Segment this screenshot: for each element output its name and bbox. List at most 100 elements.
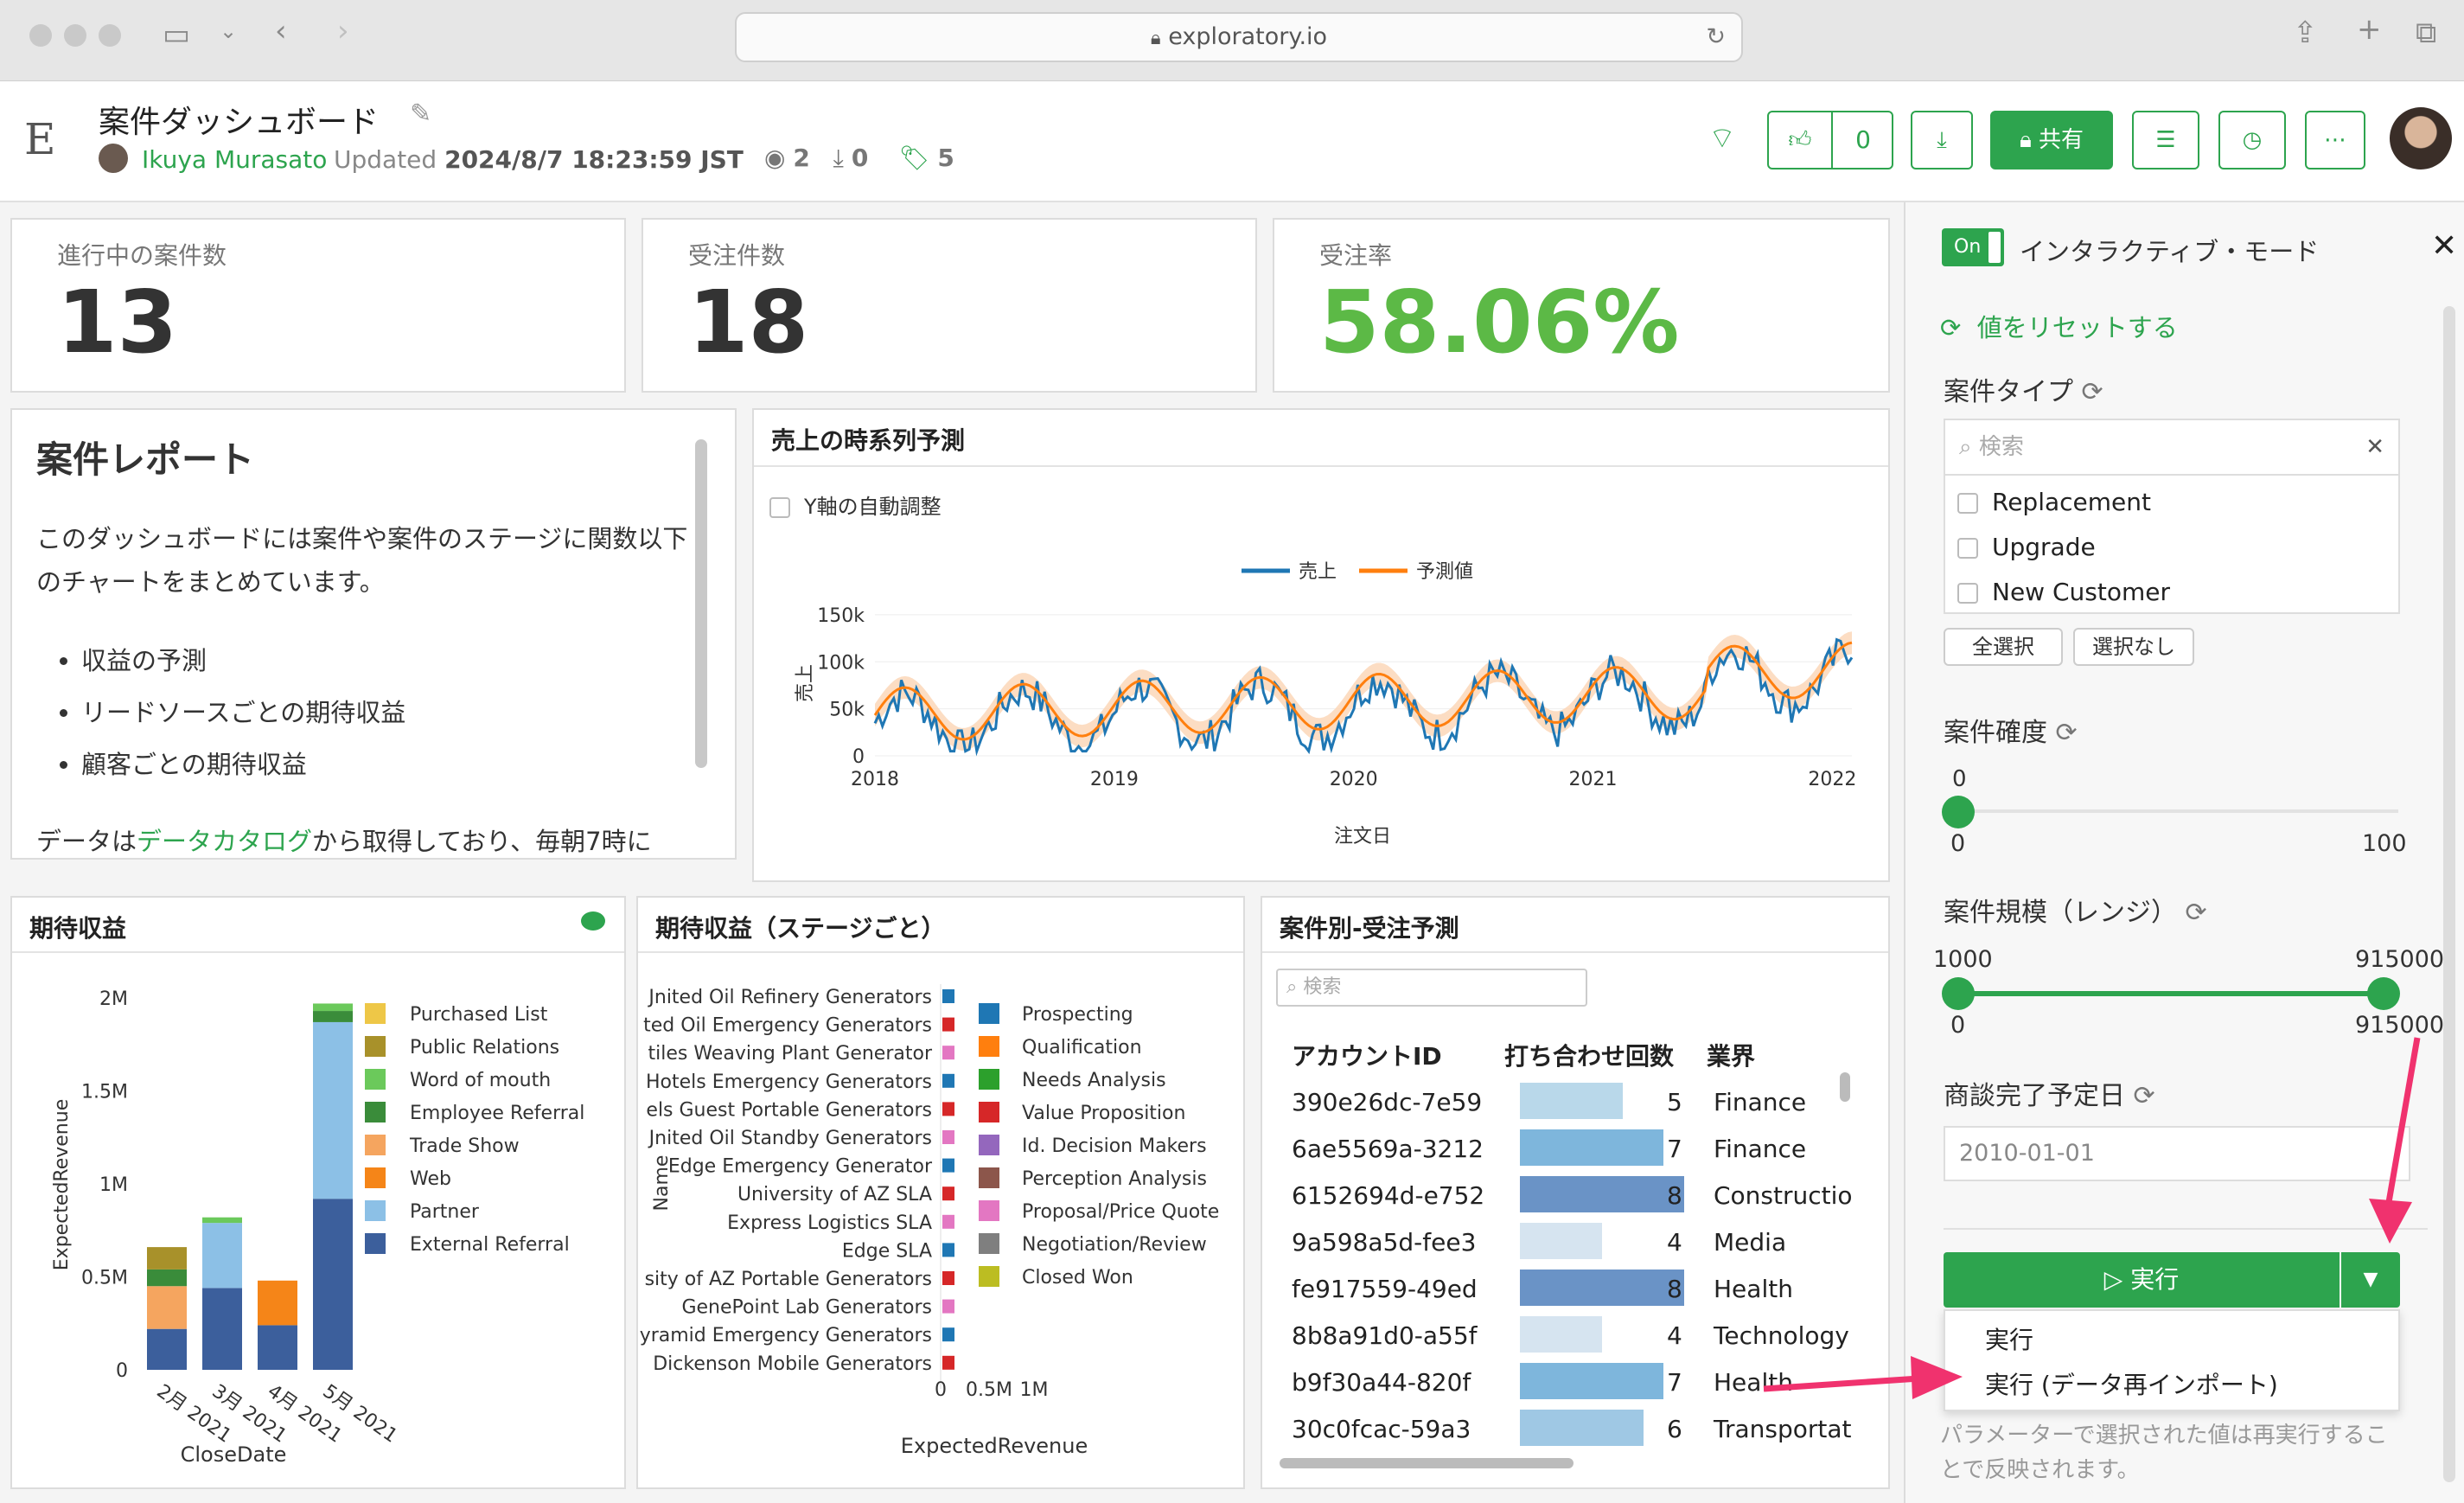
reset-values-link[interactable]: ⟳ 値をリセットする bbox=[1940, 308, 2178, 344]
table-row[interactable]: 6152694d-e752 8 Constructio bbox=[1269, 1171, 1853, 1218]
download-icon: ⤓ bbox=[1937, 127, 1947, 153]
bar[interactable] bbox=[942, 1214, 954, 1229]
tabs-overview-icon[interactable]: ⧉ bbox=[2416, 16, 2436, 50]
select-all-button[interactable]: 全選択 bbox=[1944, 628, 2063, 666]
column-header[interactable]: アカウントID bbox=[1292, 1038, 1442, 1072]
select-none-button[interactable]: 選択なし bbox=[2073, 628, 2194, 666]
bar[interactable] bbox=[942, 1017, 954, 1032]
table-horizontal-scrollbar[interactable] bbox=[1280, 1458, 1574, 1468]
refresh-icon[interactable]: ⟳ bbox=[2134, 1081, 2155, 1111]
column-header[interactable]: 打ち合わせ回数 bbox=[1504, 1038, 1674, 1072]
stacked-bar-segment[interactable] bbox=[147, 1269, 187, 1287]
refresh-icon[interactable]: ⟳ bbox=[2082, 377, 2103, 407]
column-header[interactable]: 業界 bbox=[1707, 1038, 1755, 1072]
download-button[interactable]: ⤓ bbox=[1911, 111, 1973, 169]
reload-icon[interactable]: ↻ bbox=[1706, 14, 1726, 61]
table-row[interactable]: 30c0fcac-59a3 6 Transportat bbox=[1269, 1404, 1852, 1451]
option-label: Upgrade bbox=[1992, 533, 2096, 561]
table-row[interactable]: 9a598a5d-fee3 4 Media bbox=[1269, 1218, 1848, 1264]
back-icon[interactable]: ‹ bbox=[275, 14, 287, 48]
bar[interactable] bbox=[942, 1130, 954, 1144]
menu-item-run-reimport[interactable]: 実行 (データ再インポート) bbox=[1985, 1366, 2278, 1401]
refresh-icon[interactable]: ⟳ bbox=[2056, 718, 2078, 748]
option-replacement[interactable]: Replacement bbox=[1957, 488, 2151, 516]
chevron-down-icon[interactable]: ⌄ bbox=[220, 19, 237, 43]
minimize-window-button[interactable] bbox=[64, 24, 86, 47]
stacked-bar-segment[interactable] bbox=[202, 1223, 242, 1289]
share-icon[interactable]: ⇪ bbox=[2293, 16, 2318, 50]
stacked-bar-segment[interactable] bbox=[313, 1021, 353, 1199]
probability-handle[interactable] bbox=[1942, 796, 1975, 828]
stacked-bar-segment[interactable] bbox=[313, 1011, 353, 1022]
stacked-bar-segment[interactable] bbox=[258, 1325, 297, 1370]
checkbox[interactable] bbox=[1957, 583, 1978, 604]
address-bar[interactable]: 🔒︎ exploratory.io ↻ bbox=[735, 12, 1743, 62]
share-button[interactable]: 🔒︎ 共有 bbox=[1990, 111, 2113, 169]
interactive-mode-toggle[interactable]: On bbox=[1942, 228, 2004, 266]
menu-item-run[interactable]: 実行 bbox=[1985, 1321, 2033, 1356]
bar[interactable] bbox=[942, 1355, 954, 1370]
bar[interactable] bbox=[942, 1327, 954, 1342]
size-high-handle[interactable] bbox=[2367, 977, 2400, 1010]
table-row[interactable]: 6ae5569a-3212 7 Finance bbox=[1269, 1124, 1848, 1171]
count-cell: 7 bbox=[1667, 1368, 1682, 1397]
size-low-handle[interactable] bbox=[1942, 977, 1975, 1010]
stacked-bar-segment[interactable] bbox=[147, 1247, 187, 1270]
bar[interactable] bbox=[942, 989, 954, 1003]
more-button[interactable]: ⋯ bbox=[2305, 111, 2365, 169]
checkbox[interactable] bbox=[1957, 493, 1978, 514]
zoom-window-button[interactable] bbox=[99, 24, 121, 47]
bar[interactable] bbox=[942, 1158, 954, 1173]
stacked-bar-segment[interactable] bbox=[147, 1328, 187, 1370]
data-catalog-link[interactable]: データカタログ bbox=[137, 827, 312, 856]
stacked-bar-segment[interactable] bbox=[147, 1286, 187, 1329]
table-row[interactable]: fe917559-49ed 8 Health bbox=[1269, 1264, 1848, 1311]
probability-track[interactable] bbox=[1944, 809, 2398, 813]
table-row[interactable]: b9f30a44-820f 7 Health bbox=[1269, 1358, 1848, 1404]
run-dropdown-toggle[interactable]: ▼ bbox=[2341, 1252, 2400, 1308]
run-button[interactable]: ▷ 実行 bbox=[1944, 1252, 2340, 1308]
table-search-input[interactable]: ⌕ 検索 bbox=[1276, 969, 1587, 1007]
refresh-icon[interactable]: ⟳ bbox=[2186, 898, 2207, 928]
deal-type-search[interactable]: ⌕ 検索 ✕ bbox=[1945, 420, 2398, 476]
sidebar-toggle-icon[interactable]: ▭ bbox=[163, 17, 190, 52]
close-date-input[interactable]: 2010-01-01 bbox=[1944, 1126, 2410, 1181]
bar[interactable] bbox=[942, 1073, 954, 1088]
table-row[interactable]: 8b8a91d0-a55f 4 Technology bbox=[1269, 1311, 1849, 1358]
y-tick-label: Dickenson Mobile Generators bbox=[653, 1353, 932, 1375]
kpi-label: 受注件数 bbox=[688, 241, 786, 270]
report-scrollbar[interactable] bbox=[695, 439, 707, 768]
option-upgrade[interactable]: Upgrade bbox=[1957, 533, 2096, 561]
table-row[interactable]: 390e26dc-7e59 5 Finance bbox=[1269, 1078, 1848, 1124]
close-icon[interactable]: ✕ bbox=[2431, 228, 2457, 264]
account-id-cell: 8b8a91d0-a55f bbox=[1292, 1321, 1478, 1350]
bar[interactable] bbox=[942, 1186, 954, 1201]
forward-icon[interactable]: › bbox=[337, 14, 349, 48]
size-range-track[interactable] bbox=[1959, 991, 2383, 996]
stacked-bar-segment[interactable] bbox=[313, 1003, 353, 1012]
y-tick-label: 50k bbox=[829, 700, 865, 721]
bar[interactable] bbox=[942, 1046, 954, 1060]
new-tab-icon[interactable]: + bbox=[2357, 12, 2382, 47]
author-link[interactable]: Ikuya Murasato bbox=[142, 145, 327, 174]
schedule-button[interactable]: ◷ bbox=[2218, 111, 2286, 169]
bar[interactable] bbox=[942, 1102, 954, 1116]
option-new-customer[interactable]: New Customer bbox=[1957, 578, 2170, 606]
bar[interactable] bbox=[942, 1271, 954, 1285]
search-icon: ⌕ bbox=[1286, 976, 1298, 998]
table-vertical-scrollbar[interactable] bbox=[1840, 1072, 1850, 1102]
edit-icon[interactable]: ✎ bbox=[410, 99, 431, 129]
stacked-bar-segment[interactable] bbox=[202, 1288, 242, 1370]
filter-settings-button[interactable]: ☰ bbox=[2132, 111, 2199, 169]
bar[interactable] bbox=[942, 1243, 954, 1257]
close-window-button[interactable] bbox=[29, 24, 52, 47]
user-avatar[interactable] bbox=[2390, 107, 2452, 169]
clear-search-icon[interactable]: ✕ bbox=[2365, 420, 2384, 474]
sidebar-scrollbar[interactable] bbox=[2443, 306, 2455, 1482]
stacked-bar-segment[interactable] bbox=[202, 1217, 242, 1224]
stacked-bar-segment[interactable] bbox=[313, 1199, 353, 1370]
bar[interactable] bbox=[942, 1299, 954, 1314]
app-logo[interactable]: E bbox=[24, 114, 56, 164]
stacked-bar-segment[interactable] bbox=[258, 1280, 297, 1326]
checkbox[interactable] bbox=[1957, 538, 1978, 559]
